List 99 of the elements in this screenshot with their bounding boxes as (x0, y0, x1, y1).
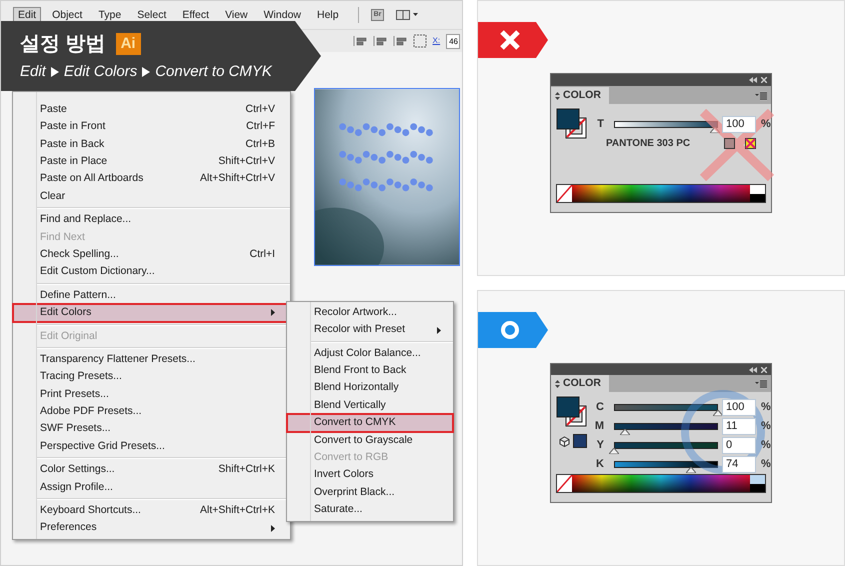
menu-item[interactable]: Perspective Grid Presets... (13, 438, 290, 456)
menu-item[interactable]: Check Spelling... Ctrl+I (13, 246, 290, 264)
x-label: X: (432, 35, 440, 47)
close-icon[interactable] (761, 366, 767, 372)
menu-item[interactable]: Clear (13, 188, 290, 206)
unit-label: % (761, 117, 771, 132)
menu-item[interactable]: Saturate... (287, 501, 453, 519)
value-field[interactable]: 74 (722, 456, 756, 473)
value-field[interactable]: 0 (722, 437, 756, 454)
out-of-gamut-icon[interactable] (724, 138, 735, 149)
menu-item[interactable]: Adobe PDF Presets... (13, 403, 290, 421)
cube-icon[interactable] (559, 436, 570, 446)
breadcrumb-item: Edit Colors (64, 62, 138, 82)
submenu-arrow-icon (271, 309, 275, 316)
slider-label: C (595, 400, 604, 416)
color-spectrum[interactable] (572, 185, 750, 202)
menu-bar-item[interactable]: Select (132, 7, 172, 23)
align-icon[interactable] (352, 36, 367, 46)
value-field[interactable]: 100 (722, 399, 756, 416)
swatch-name: PANTONE 303 PC (606, 137, 692, 151)
menu-item[interactable]: SWF Presets... (13, 420, 290, 438)
slider-track[interactable] (611, 461, 721, 474)
menu-item[interactable]: Find and Replace... (13, 211, 290, 229)
menu-item[interactable]: Preferences (13, 520, 290, 537)
slider-track[interactable] (611, 442, 721, 455)
menu-item[interactable]: Define Pattern... (13, 286, 290, 304)
up-down-icon (555, 380, 560, 388)
x-field[interactable]: 46 (446, 34, 460, 48)
menu-bar-item[interactable]: Object (47, 7, 88, 23)
unit-label: % (761, 400, 771, 416)
none-swatch-icon[interactable] (557, 475, 572, 492)
panel-menu-icon[interactable] (755, 92, 767, 100)
menu-item[interactable]: Tracing Presets... (13, 368, 290, 386)
menu-item[interactable]: Assign Profile... (13, 478, 290, 496)
swatch-tile[interactable] (750, 185, 765, 194)
menu-item[interactable]: Blend Horizontally (287, 380, 453, 397)
menu-item[interactable]: Paste in Front Ctrl+F (13, 118, 290, 136)
slider-label: T (596, 117, 604, 132)
layout-icon[interactable] (396, 10, 418, 20)
menu-bar-item[interactable]: Help (312, 7, 344, 23)
breadcrumb-item: Convert to CMYK (155, 62, 272, 82)
panel-tab[interactable]: COLOR (551, 87, 609, 104)
menu-item[interactable]: Edit Custom Dictionary... (13, 264, 290, 281)
menu-item[interactable]: Paste in Back Ctrl+B (13, 136, 290, 154)
panel-menu-icon[interactable] (755, 380, 767, 388)
slider-label: K (595, 457, 604, 472)
menu-item[interactable]: Recolor Artwork... (287, 304, 453, 322)
slider-track[interactable] (611, 121, 721, 134)
menu-item[interactable]: Adjust Color Balance... (287, 344, 453, 362)
web-safe-icon[interactable] (745, 138, 756, 149)
unit-label: % (761, 419, 771, 434)
reference-point-icon[interactable] (412, 34, 427, 48)
menu-item[interactable]: Invert Colors (287, 466, 453, 484)
play-arrow-icon (142, 67, 150, 78)
slider-thumb[interactable] (609, 448, 619, 454)
value-field[interactable]: 11 (722, 418, 756, 435)
menu-item[interactable]: Transparency Flattener Presets... (13, 351, 290, 368)
slider-track[interactable] (611, 404, 721, 417)
play-arrow-icon (50, 67, 59, 78)
none-swatch-icon[interactable] (557, 185, 572, 202)
collapse-icon[interactable] (749, 366, 757, 372)
menu-bar-item[interactable]: Type (93, 7, 126, 23)
menu-item[interactable]: Paste in Place Shift+Ctrl+V (13, 153, 290, 171)
close-icon[interactable] (761, 77, 767, 83)
menu-item[interactable]: Convert to CMYK (287, 414, 453, 432)
menu-item[interactable]: Print Presets... (13, 386, 290, 404)
cross-mark-icon (700, 109, 774, 181)
menu-bar-item[interactable]: View (220, 7, 253, 23)
menu-item[interactable]: Overprint Black... (287, 484, 453, 502)
color-swatch[interactable] (573, 434, 587, 448)
unit-label: % (761, 438, 771, 454)
breadcrumb-item: Edit (20, 62, 46, 82)
submenu-arrow-icon (437, 326, 441, 334)
align-icon[interactable] (372, 36, 387, 46)
value-field[interactable]: 100 (722, 116, 756, 133)
menu-item[interactable]: Color Settings... Shift+Ctrl+K (13, 461, 290, 479)
menu-item[interactable]: Keyboard Shortcuts... Alt+Shift+Ctrl+K (13, 502, 290, 520)
slider-track[interactable] (611, 423, 721, 436)
menu-bar-item[interactable]: Window (258, 7, 306, 23)
submenu-arrow-icon (271, 524, 275, 532)
slider-label: M (594, 419, 604, 434)
menu-item[interactable]: Blend Vertically (287, 396, 453, 414)
panel-tab[interactable]: COLOR (551, 375, 609, 392)
collapse-icon[interactable] (749, 77, 757, 83)
app-badge: Ai (116, 33, 141, 55)
color-spectrum[interactable] (572, 475, 750, 492)
menu-item[interactable]: Recolor with Preset (287, 321, 453, 339)
align-icon[interactable] (392, 36, 407, 46)
slider-label: Y (596, 438, 604, 454)
unit-label: % (761, 457, 771, 472)
swatch-tile[interactable] (750, 475, 765, 484)
menu-item[interactable]: Blend Front to Back (287, 362, 453, 380)
up-down-icon (555, 92, 560, 100)
menu-item[interactable]: Paste Ctrl+V (13, 101, 290, 118)
banner-title: 설정 방법 (20, 32, 106, 57)
menu-item[interactable]: Convert to Grayscale (287, 432, 453, 450)
menu-item[interactable]: Paste on All Artboards Alt+Shift+Ctrl+V (13, 170, 290, 188)
menu-bar-item[interactable]: Effect (177, 7, 214, 23)
slider-thumb[interactable] (713, 410, 723, 416)
